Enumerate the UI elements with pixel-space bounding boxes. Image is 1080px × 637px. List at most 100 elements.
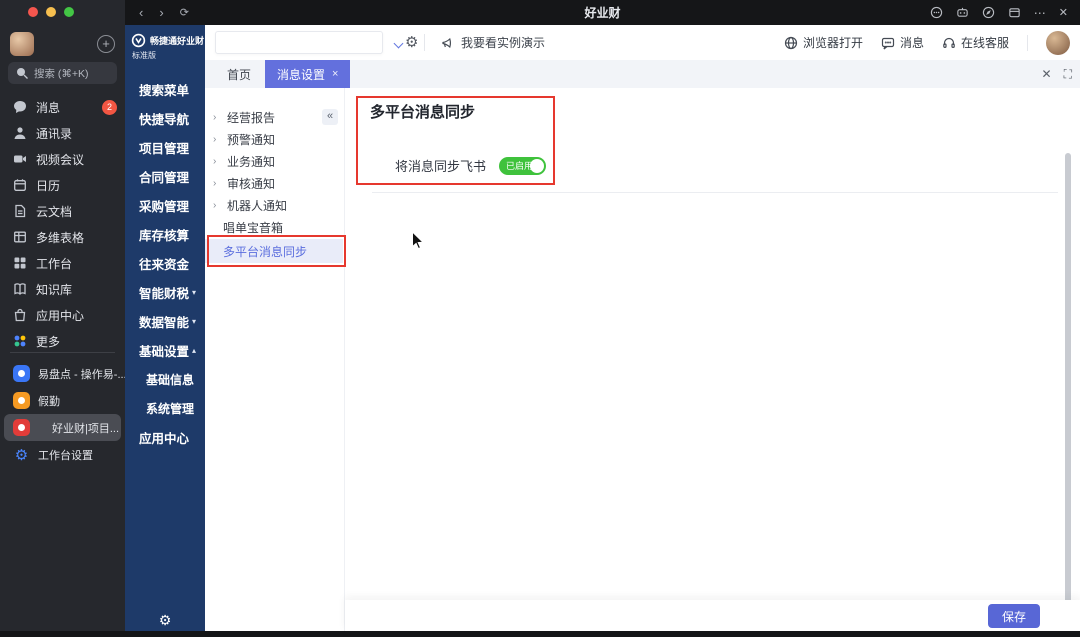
- close-window-button[interactable]: [28, 7, 38, 17]
- tree-item-speaker[interactable]: 唱单宝音箱: [205, 216, 343, 238]
- zoom-window-button[interactable]: [64, 7, 74, 17]
- tree-item-bot-notify[interactable]: › 机器人通知: [205, 194, 343, 216]
- menu-item-smart-tax[interactable]: 智能财税 ▾: [125, 278, 205, 307]
- tab-close-icon[interactable]: ×: [332, 68, 338, 80]
- back-icon[interactable]: ‹: [139, 5, 143, 20]
- section-divider: [372, 192, 1058, 193]
- menu-item-inventory[interactable]: 库存核算: [125, 220, 205, 249]
- sidebar-item-label: 应用中心: [36, 308, 85, 323]
- haoyecai-app-icon: [13, 419, 30, 436]
- menu-item-project-mgmt[interactable]: 项目管理: [125, 133, 205, 162]
- close-icon[interactable]: ✕: [1059, 6, 1068, 19]
- tab-message-settings[interactable]: 消息设置 ×: [265, 60, 351, 88]
- pinned-app-yipandian[interactable]: 易盘点 - 操作易-...: [4, 360, 127, 387]
- megaphone-icon: [442, 37, 451, 48]
- sync-feishu-row: 将消息同步飞书 已启用: [395, 156, 547, 175]
- sidebar-item-label: 日历: [36, 178, 61, 193]
- jiaqin-app-icon: [13, 392, 30, 409]
- pinned-app-workbench-settings[interactable]: ⚙ 工作台设置: [4, 441, 121, 468]
- menu-item-search-menu[interactable]: 搜索菜单: [125, 75, 205, 104]
- chat-icon: [14, 101, 26, 113]
- more-icon[interactable]: ⋯: [1034, 6, 1046, 20]
- user-avatar[interactable]: [10, 32, 34, 56]
- menu-item-purchase-mgmt[interactable]: 采购管理: [125, 191, 205, 220]
- tab-home[interactable]: 首页: [213, 60, 265, 88]
- settings-content: 多平台消息同步 将消息同步飞书 已启用: [345, 88, 1080, 617]
- tree-item-business-report[interactable]: › 经营报告: [205, 106, 343, 128]
- sidebar-item-more[interactable]: 更多: [0, 328, 125, 354]
- sidebar-item-docs[interactable]: 云文档: [0, 198, 125, 224]
- menu-item-funds[interactable]: 往来资金: [125, 249, 205, 278]
- sidebar-item-workbench[interactable]: 工作台: [0, 250, 125, 276]
- menu-item-basic-settings[interactable]: 基础设置 ▴: [125, 336, 205, 365]
- sidebar-item-video-meeting[interactable]: 视频会议: [0, 146, 125, 172]
- sidebar-item-base[interactable]: 多维表格: [0, 224, 125, 250]
- chevron-right-icon: ›: [213, 133, 217, 145]
- headset-icon: [943, 37, 955, 48]
- user-avatar[interactable]: [1046, 30, 1070, 55]
- gear-icon: ⚙: [14, 446, 29, 464]
- chevron-down-icon: ▾: [191, 288, 196, 297]
- minimize-window-button[interactable]: [46, 7, 56, 17]
- menu-item-quick-nav[interactable]: 快捷导航: [125, 104, 205, 133]
- chanjet-logo-icon: [131, 33, 146, 48]
- messages-button[interactable]: 消息: [881, 34, 924, 51]
- sidebar-item-contacts[interactable]: 通讯录: [0, 120, 125, 146]
- pinned-app-label: 好业财|项目...: [52, 422, 120, 435]
- menu-item-contract-mgmt[interactable]: 合同管理: [125, 162, 205, 191]
- comment-icon[interactable]: [930, 6, 943, 19]
- tree-item-multi-platform-sync[interactable]: 多平台消息同步: [205, 239, 343, 263]
- tree-item-approval-notify[interactable]: › 审核通知: [205, 172, 343, 194]
- book-icon: [14, 283, 26, 296]
- chevron-right-icon: ›: [213, 155, 217, 167]
- save-button[interactable]: 保存: [988, 604, 1040, 628]
- settings-gear-icon[interactable]: ⚙: [125, 612, 205, 629]
- search-input[interactable]: 搜索 (⌘+K): [8, 62, 117, 84]
- menu-item-basic-info[interactable]: 基础信息: [125, 365, 205, 394]
- video-icon: [14, 155, 26, 163]
- sidebar-item-label: 工作台: [36, 256, 73, 271]
- menu-item-data-intel[interactable]: 数据智能 ▾: [125, 307, 205, 336]
- sidebar-item-wiki[interactable]: 知识库: [0, 276, 125, 302]
- open-in-browser-button[interactable]: 浏览器打开: [784, 34, 863, 51]
- sidebar-item-label: 云文档: [36, 204, 73, 219]
- app-menu: 搜索菜单 快捷导航 项目管理 合同管理 采购管理 库存核算 往来资金 智能财税 ▾…: [125, 75, 205, 452]
- tree-item-business-notify[interactable]: › 业务通知: [205, 150, 343, 172]
- settings-gear-icon[interactable]: ⚙: [405, 34, 418, 51]
- sidebar-item-label: 多维表格: [36, 230, 85, 245]
- compass-icon[interactable]: [982, 6, 995, 19]
- sidebar-item-calendar[interactable]: 日历: [0, 172, 125, 198]
- popout-window-icon[interactable]: [1008, 6, 1021, 19]
- close-all-tabs-icon[interactable]: ✕: [1042, 67, 1052, 81]
- window-traffic-lights: [28, 7, 74, 17]
- app-sidebar: 畅捷通好业财 标准版 搜索菜单 快捷导航 项目管理 合同管理 采购管理 库存核算…: [125, 25, 205, 637]
- menu-item-system-mgmt[interactable]: 系统管理: [125, 394, 205, 423]
- tab-bar: 首页 消息设置 × ✕ ⛶: [205, 60, 1080, 88]
- sidebar-item-app-center[interactable]: 应用中心: [0, 302, 125, 328]
- fullscreen-icon[interactable]: ⛶: [1064, 67, 1072, 82]
- table-icon: [14, 231, 26, 243]
- yipandian-app-icon: [13, 365, 30, 382]
- pinned-app-jiaqin[interactable]: 假勤: [4, 387, 121, 414]
- unread-badge: 2: [102, 99, 117, 115]
- tree-item-alert-notify[interactable]: › 预警通知: [205, 128, 343, 150]
- search-icon: [17, 68, 28, 79]
- forward-icon[interactable]: ›: [159, 5, 163, 20]
- edition-label: 标准版: [132, 51, 156, 60]
- chevron-down-icon: [393, 38, 404, 49]
- scrollbar[interactable]: [1065, 123, 1071, 617]
- bot-icon[interactable]: [956, 6, 969, 19]
- online-support-button[interactable]: 在线客服: [942, 34, 1009, 51]
- more-apps-icon: [14, 335, 26, 347]
- sidebar-item-label: 更多: [36, 334, 61, 349]
- sync-toggle[interactable]: 已启用: [499, 156, 547, 175]
- add-icon[interactable]: +: [97, 35, 115, 53]
- screen: + 搜索 (⌘+K) 消息 2 通讯录 视频会议 日历 云文档 多维表格 工作台…: [0, 0, 1080, 637]
- pinned-app-haoyecai[interactable]: 好业财|项目...: [4, 414, 121, 441]
- sidebar-item-messages[interactable]: 消息 2: [0, 94, 125, 120]
- org-select[interactable]: [215, 31, 404, 54]
- scrollbar-thumb[interactable]: [1065, 153, 1071, 617]
- menu-item-app-center[interactable]: 应用中心: [125, 423, 205, 452]
- reload-icon[interactable]: ⟳: [180, 6, 189, 19]
- demo-link[interactable]: 我要看实例演示: [441, 25, 545, 60]
